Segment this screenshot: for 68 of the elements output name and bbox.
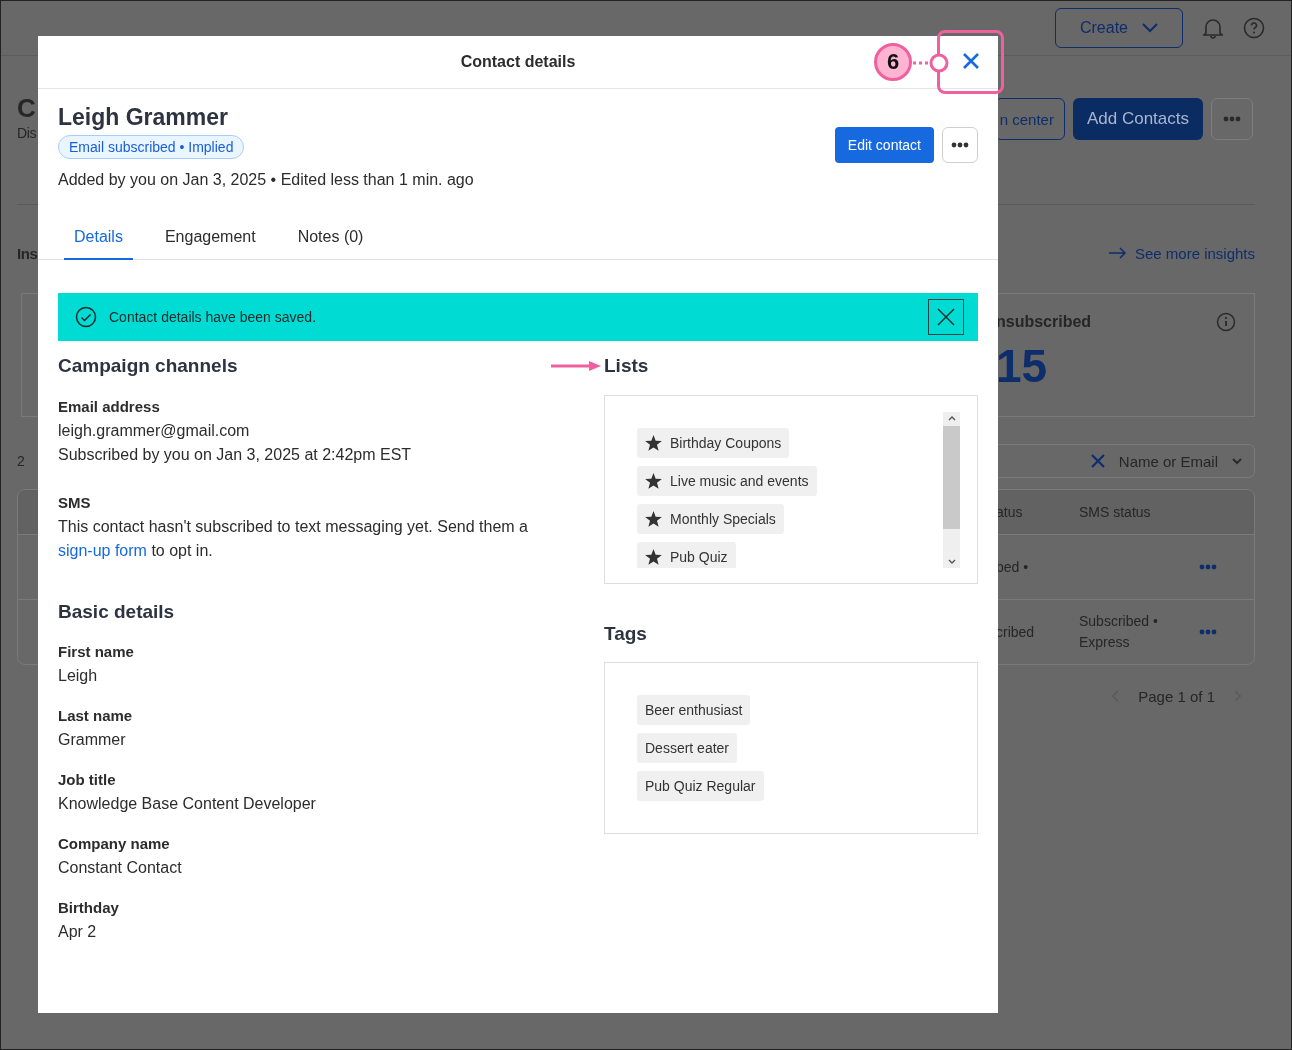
tab[interactable]: Details — [64, 215, 133, 260]
contact-count: 2 — [17, 452, 25, 471]
field-value: Leigh — [58, 666, 99, 686]
scrollbar[interactable] — [943, 412, 960, 568]
bell-icon[interactable] — [1203, 17, 1223, 39]
dialog-title: Contact details — [460, 53, 576, 71]
page-title: C — [17, 93, 37, 123]
list-chip[interactable]: Live music and events — [637, 466, 817, 496]
table-cell-text: Subscribed • Express — [1079, 612, 1159, 652]
chevron-down-icon — [1142, 23, 1158, 33]
close-icon — [962, 52, 980, 70]
sign-up-form-link[interactable]: sign-up form — [58, 542, 147, 559]
column-header: SMS status — [1079, 502, 1152, 522]
contact-meta: Added by you on Jan 3, 2025 • Edited less than 1 min. ago — [58, 170, 474, 190]
close-icon — [937, 308, 955, 326]
field-value: Grammer — [58, 730, 127, 750]
tag-chip[interactable]: Dessert eater — [637, 733, 738, 763]
field-label: Job title — [58, 770, 117, 790]
check-circle-icon — [75, 306, 97, 328]
contact-name: Leigh Grammer — [58, 103, 229, 131]
alert-message: Contact details have been saved. — [109, 309, 318, 325]
tag-chip[interactable]: Beer enthusiast — [637, 695, 751, 725]
row-actions-icon[interactable] — [1199, 629, 1217, 635]
list-chip[interactable]: Pub Quiz — [637, 542, 736, 568]
field-value: Constant Contact — [58, 858, 183, 878]
arrow-right-icon — [1108, 247, 1127, 259]
edit-contact-button[interactable]: Edit contact — [834, 127, 934, 163]
page-subtitle: Dis — [17, 124, 37, 143]
tag-chip[interactable]: Pub Quiz Regular — [637, 771, 764, 801]
field-label: Email address — [58, 397, 161, 417]
field-label: Company name — [58, 834, 171, 854]
section-heading: Ins — [17, 244, 38, 262]
field-label: Last name — [58, 706, 134, 726]
list-chip[interactable]: Monthly Specials — [637, 504, 784, 534]
pagination-label: Page 1 of 1 — [1138, 687, 1215, 705]
stat-value: 15 — [996, 339, 1049, 394]
tab[interactable]: Engagement — [154, 215, 266, 260]
section-heading: Tags — [604, 622, 647, 646]
card-title: nsubscribed — [996, 313, 1092, 331]
field-label: First name — [58, 642, 135, 662]
subscription-note: Subscribed by you on Jan 3, 2025 at 2:42pm EST — [58, 445, 413, 465]
add-contacts-button[interactable]: Add Contacts — [1072, 98, 1203, 140]
tab[interactable]: Notes (0) — [287, 215, 374, 260]
sms-note: This contact hasn't subscribed to text messaging yet. Send them a sign-up form to opt in. — [58, 517, 529, 561]
field-value: Knowledge Base Content Developer — [58, 794, 317, 814]
star-icon — [645, 435, 662, 451]
help-icon[interactable] — [1243, 17, 1265, 39]
callout-connector — [912, 53, 949, 73]
section-heading: Campaign channels — [58, 354, 238, 378]
section-heading: Basic details — [58, 600, 175, 624]
star-icon — [645, 511, 662, 527]
field-label: Birthday — [58, 898, 120, 918]
pointer-arrow — [551, 361, 601, 371]
list-chip[interactable]: Birthday Coupons — [637, 428, 790, 458]
row-actions-icon[interactable] — [1199, 564, 1217, 570]
clear-icon[interactable] — [1090, 454, 1105, 468]
more-icon[interactable] — [951, 142, 969, 148]
section-heading: Lists — [604, 354, 649, 378]
info-icon[interactable] — [1216, 312, 1236, 332]
step-number: 6 — [874, 43, 912, 81]
field-value: leigh.grammer@gmail.com — [58, 421, 251, 441]
star-icon — [645, 549, 662, 565]
caret-icon — [1232, 457, 1242, 465]
field-value: Apr 2 — [58, 922, 98, 942]
star-icon — [645, 473, 662, 489]
status-badge: Email subscribed • Implied — [58, 135, 245, 159]
field-label: SMS — [58, 493, 92, 513]
close-alert-button[interactable] — [928, 299, 964, 335]
